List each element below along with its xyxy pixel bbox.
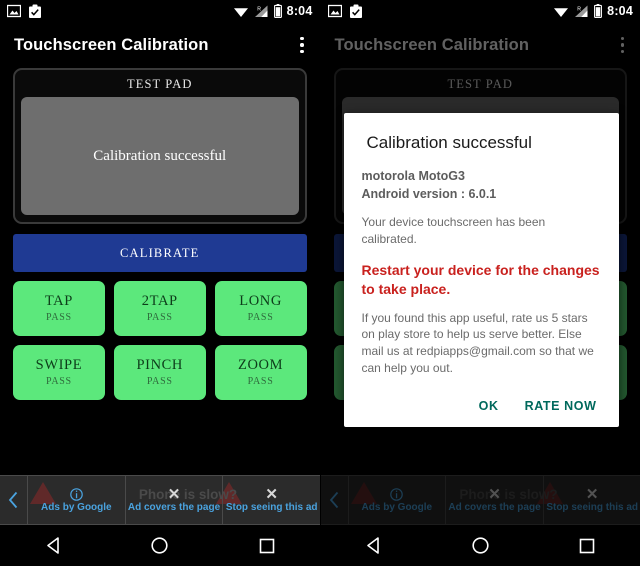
nav-back-button[interactable]	[25, 525, 81, 566]
dialog-device-name: motorola MotoG3	[361, 169, 465, 183]
calibration-success-dialog: Calibration successful motorola MotoG3 A…	[343, 113, 619, 427]
status-bar-clock: 8:04	[607, 4, 633, 18]
chevron-left-icon	[8, 491, 18, 509]
dialog-body-rate-request: If you found this app useful, rate us 5 …	[361, 310, 594, 376]
dialog-android-version: Android version : 6.0.1	[361, 187, 497, 202]
back-triangle-icon	[47, 537, 59, 554]
status-bar-right-icons: R 8:04	[553, 4, 633, 18]
phone-screen-right: R 8:04 Touchscreen Calibration TEST PAD …	[319, 0, 640, 566]
gesture-cell-swipe[interactable]: SWIPE PASS	[13, 345, 105, 400]
status-bar: R 8:04	[0, 0, 320, 22]
dialog-restart-warning: Restart your device for the changes to t…	[361, 261, 600, 297]
clipboard-check-icon	[349, 4, 362, 18]
ads-by-google-label: Ads by Google	[41, 501, 112, 513]
recents-square-icon	[259, 538, 274, 553]
gesture-cell-long[interactable]: LONG PASS	[214, 281, 307, 336]
android-nav-bar	[0, 525, 320, 566]
svg-text:R: R	[577, 6, 581, 12]
home-circle-icon	[151, 537, 169, 554]
gesture-status: PASS	[46, 311, 72, 323]
dialog-title: Calibration successful	[366, 133, 532, 152]
stop-seeing-ad-label: Stop seeing this ad	[225, 501, 318, 513]
close-icon: ✕	[265, 485, 278, 503]
dialog-action-row: OK RATE NOW	[362, 399, 601, 421]
clipboard-check-icon	[29, 4, 41, 18]
gesture-cell-2tap[interactable]: 2TAP PASS	[113, 281, 206, 336]
gesture-cell-zoom[interactable]: ZOOM PASS	[214, 345, 307, 400]
gesture-cell-tap[interactable]: TAP PASS	[13, 281, 105, 336]
svg-text:R: R	[257, 6, 261, 12]
signal-roaming-icon: R	[575, 5, 588, 17]
signal-roaming-icon: R	[254, 5, 268, 17]
android-nav-bar	[320, 525, 640, 566]
screenshot-pair: R 8:04 Touchscreen Calibration TEST PAD …	[0, 0, 640, 566]
wifi-icon	[233, 7, 248, 17]
back-triangle-icon	[367, 537, 380, 554]
test-pad-label: TEST PAD	[127, 77, 193, 91]
nav-home-button[interactable]	[452, 525, 508, 566]
ads-by-google-segment[interactable]: Ads by Google	[28, 476, 126, 524]
status-bar-right-icons: R 8:04	[233, 4, 313, 18]
info-icon	[70, 487, 83, 501]
test-pad-result-text: Calibration successful	[93, 147, 227, 164]
wifi-icon	[554, 7, 569, 17]
ad-banner-bar: Phone is slow? Ads by Google ✕ Ad covers…	[0, 475, 320, 525]
gesture-status: PASS	[247, 375, 274, 387]
status-bar: R 8:04	[320, 0, 640, 22]
stop-seeing-ad-segment[interactable]: ✕ Stop seeing this ad	[223, 476, 319, 524]
gesture-name: ZOOM	[238, 357, 284, 374]
nav-back-button[interactable]	[346, 525, 402, 566]
nav-home-button[interactable]	[132, 525, 188, 566]
dialog-body-calibrated: Your device touchscreen has been calibra…	[361, 215, 546, 247]
image-icon	[327, 4, 342, 18]
gesture-test-grid: TAP PASS 2TAP PASS LONG PASS SWIPE PASS …	[13, 281, 307, 400]
gesture-name: SWIPE	[35, 357, 83, 374]
ad-covers-page-segment[interactable]: ✕ Ad covers the page	[126, 476, 224, 524]
battery-icon	[594, 4, 603, 18]
gesture-name: PINCH	[136, 357, 183, 374]
dialog-rate-now-button[interactable]: RATE NOW	[525, 399, 597, 413]
recents-square-icon	[579, 538, 595, 553]
home-circle-icon	[472, 537, 489, 554]
image-icon	[7, 4, 21, 18]
status-bar-left-icons	[7, 4, 42, 19]
overflow-menu-icon[interactable]	[296, 31, 308, 60]
battery-icon	[273, 4, 282, 18]
test-pad-panel: TEST PAD Calibration successful	[13, 68, 307, 224]
close-icon: ✕	[167, 485, 181, 503]
gesture-cell-pinch[interactable]: PINCH PASS	[113, 345, 206, 400]
gesture-status: PASS	[247, 311, 274, 323]
main-content: TEST PAD Calibration successful CALIBRAT…	[0, 68, 320, 400]
gesture-status: PASS	[146, 375, 173, 387]
ad-back-button[interactable]	[0, 476, 28, 524]
phone-screen-left: R 8:04 Touchscreen Calibration TEST PAD …	[0, 0, 320, 566]
gesture-status: PASS	[146, 311, 173, 323]
dialog-ok-button[interactable]: OK	[479, 399, 499, 413]
gesture-name: 2TAP	[141, 293, 178, 310]
calibrate-button-label: CALIBRATE	[119, 245, 200, 260]
gesture-name: LONG	[239, 293, 282, 310]
calibrate-button[interactable]: CALIBRATE	[13, 234, 307, 272]
gesture-status: PASS	[46, 375, 72, 387]
nav-recents-button[interactable]	[239, 525, 295, 566]
test-pad-touch-area[interactable]: Calibration successful	[21, 97, 299, 215]
app-action-bar: Touchscreen Calibration	[0, 22, 320, 68]
gesture-name: TAP	[44, 293, 73, 310]
status-bar-clock: 8:04	[286, 4, 313, 18]
page-title: Touchscreen Calibration	[14, 35, 209, 54]
nav-recents-button[interactable]	[559, 525, 615, 566]
status-bar-left-icons	[327, 4, 363, 19]
ad-covers-page-label: Ad covers the page	[127, 501, 221, 513]
